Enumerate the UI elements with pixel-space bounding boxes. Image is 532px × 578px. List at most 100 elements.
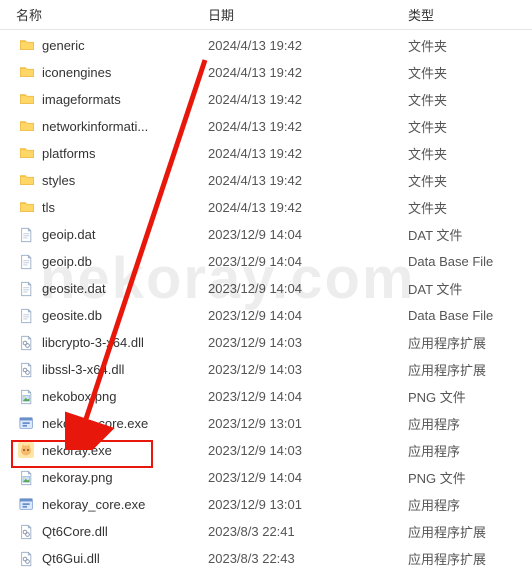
cell-date: 2023/12/9 14:04 <box>200 227 400 242</box>
png-icon <box>18 388 36 406</box>
table-row[interactable]: nekoray.png2023/12/9 14:04PNG 文件 <box>0 464 532 491</box>
cell-name: generic <box>8 37 200 55</box>
file-name: Qt6Core.dll <box>42 524 108 539</box>
file-name: geoip.db <box>42 254 92 269</box>
cell-date: 2023/12/9 13:01 <box>200 416 400 431</box>
table-row[interactable]: geoip.dat 2023/12/9 14:04DAT 文件 <box>0 221 532 248</box>
folder-icon <box>18 145 36 163</box>
cell-type: 应用程序扩展 <box>400 333 532 352</box>
cell-name: nekoray.png <box>8 469 200 487</box>
folder-icon <box>18 172 36 190</box>
cell-type: DAT 文件 <box>400 279 532 298</box>
cell-name: imageformats <box>8 91 200 109</box>
cell-name: geosite.db <box>8 307 200 325</box>
file-name: libcrypto-3-x64.dll <box>42 335 144 350</box>
cell-type: 应用程序 <box>400 441 532 460</box>
cell-name: libcrypto-3-x64.dll <box>8 334 200 352</box>
file-name: nekobox.png <box>42 389 116 404</box>
dll-icon <box>18 550 36 568</box>
dll-icon <box>18 523 36 541</box>
cell-date: 2023/8/3 22:41 <box>200 524 400 539</box>
table-row[interactable]: Qt6Gui.dll2023/8/3 22:43应用程序扩展 <box>0 545 532 572</box>
png-icon <box>18 469 36 487</box>
nekoray-icon <box>18 442 36 460</box>
folder-icon <box>18 37 36 55</box>
cell-name: libssl-3-x64.dll <box>8 361 200 379</box>
table-row[interactable]: networkinformati...2024/4/13 19:42文件夹 <box>0 113 532 140</box>
cell-name: nekoray.exe <box>8 442 200 460</box>
cell-date: 2024/4/13 19:42 <box>200 119 400 134</box>
file-name: iconengines <box>42 65 111 80</box>
cell-name: nekoray_core.exe <box>8 496 200 514</box>
file-icon <box>18 253 36 271</box>
table-row[interactable]: Qt6Core.dll2023/8/3 22:41应用程序扩展 <box>0 518 532 545</box>
file-name: styles <box>42 173 75 188</box>
table-row[interactable]: nekobox_core.exe 2023/12/9 13:01应用程序 <box>0 410 532 437</box>
header-type[interactable]: 类型 <box>400 1 532 28</box>
cell-type: 应用程序扩展 <box>400 360 532 379</box>
file-name: networkinformati... <box>42 119 148 134</box>
cell-type: 文件夹 <box>400 90 532 109</box>
table-row[interactable]: geosite.db 2023/12/9 14:04Data Base File <box>0 302 532 329</box>
cell-name: geoip.dat <box>8 226 200 244</box>
table-row[interactable]: styles2024/4/13 19:42文件夹 <box>0 167 532 194</box>
table-row[interactable]: generic2024/4/13 19:42文件夹 <box>0 32 532 59</box>
file-icon <box>18 280 36 298</box>
cell-date: 2023/12/9 14:04 <box>200 308 400 323</box>
cell-name: geoip.db <box>8 253 200 271</box>
cell-name: tls <box>8 199 200 217</box>
table-row[interactable]: tls2024/4/13 19:42文件夹 <box>0 194 532 221</box>
file-name: nekobox_core.exe <box>42 416 148 431</box>
table-row[interactable]: iconengines2024/4/13 19:42文件夹 <box>0 59 532 86</box>
dll-icon <box>18 334 36 352</box>
cell-name: Qt6Gui.dll <box>8 550 200 568</box>
cell-date: 2023/8/3 22:43 <box>200 551 400 566</box>
cell-name: networkinformati... <box>8 118 200 136</box>
file-name: imageformats <box>42 92 121 107</box>
cell-type: 文件夹 <box>400 63 532 82</box>
cell-name: nekobox_core.exe <box>8 415 200 433</box>
cell-type: 应用程序 <box>400 414 532 433</box>
file-list: generic2024/4/13 19:42文件夹iconengines2024… <box>0 30 532 572</box>
column-headers: 名称 日期 类型 <box>0 0 532 30</box>
table-row[interactable]: nekobox.png 2023/12/9 14:04PNG 文件 <box>0 383 532 410</box>
cell-type: PNG 文件 <box>400 387 532 406</box>
cell-type: DAT 文件 <box>400 225 532 244</box>
cell-date: 2023/12/9 14:03 <box>200 335 400 350</box>
cell-type: 文件夹 <box>400 171 532 190</box>
file-name: nekoray.exe <box>42 443 112 458</box>
file-name: geosite.db <box>42 308 102 323</box>
dll-icon <box>18 361 36 379</box>
table-row[interactable]: nekoray.exe 2023/12/9 14:03应用程序 <box>0 437 532 464</box>
table-row[interactable]: nekoray_core.exe2023/12/9 13:01应用程序 <box>0 491 532 518</box>
cell-name: styles <box>8 172 200 190</box>
file-name: libssl-3-x64.dll <box>42 362 124 377</box>
file-name: geoip.dat <box>42 227 96 242</box>
cell-date: 2023/12/9 14:04 <box>200 389 400 404</box>
file-name: generic <box>42 38 85 53</box>
table-row[interactable]: geoip.db 2023/12/9 14:04Data Base File <box>0 248 532 275</box>
cell-name: nekobox.png <box>8 388 200 406</box>
header-name[interactable]: 名称 <box>8 1 200 28</box>
cell-type: 文件夹 <box>400 144 532 163</box>
table-row[interactable]: imageformats2024/4/13 19:42文件夹 <box>0 86 532 113</box>
file-name: geosite.dat <box>42 281 106 296</box>
cell-type: 应用程序 <box>400 495 532 514</box>
cell-date: 2023/12/9 14:04 <box>200 254 400 269</box>
cell-type: 文件夹 <box>400 198 532 217</box>
table-row[interactable]: geosite.dat 2023/12/9 14:04DAT 文件 <box>0 275 532 302</box>
cell-type: Data Base File <box>400 308 532 323</box>
table-row[interactable]: libcrypto-3-x64.dll 2023/12/9 14:03应用程序扩展 <box>0 329 532 356</box>
folder-icon <box>18 64 36 82</box>
cell-type: Data Base File <box>400 254 532 269</box>
cell-date: 2024/4/13 19:42 <box>200 200 400 215</box>
table-row[interactable]: platforms2024/4/13 19:42文件夹 <box>0 140 532 167</box>
table-row[interactable]: libssl-3-x64.dll2023/12/9 14:03应用程序扩展 <box>0 356 532 383</box>
cell-name: iconengines <box>8 64 200 82</box>
header-date[interactable]: 日期 <box>200 1 400 28</box>
file-name: platforms <box>42 146 95 161</box>
cell-date: 2023/12/9 13:01 <box>200 497 400 512</box>
cell-date: 2023/12/9 14:04 <box>200 281 400 296</box>
folder-icon <box>18 91 36 109</box>
cell-date: 2023/12/9 14:03 <box>200 443 400 458</box>
